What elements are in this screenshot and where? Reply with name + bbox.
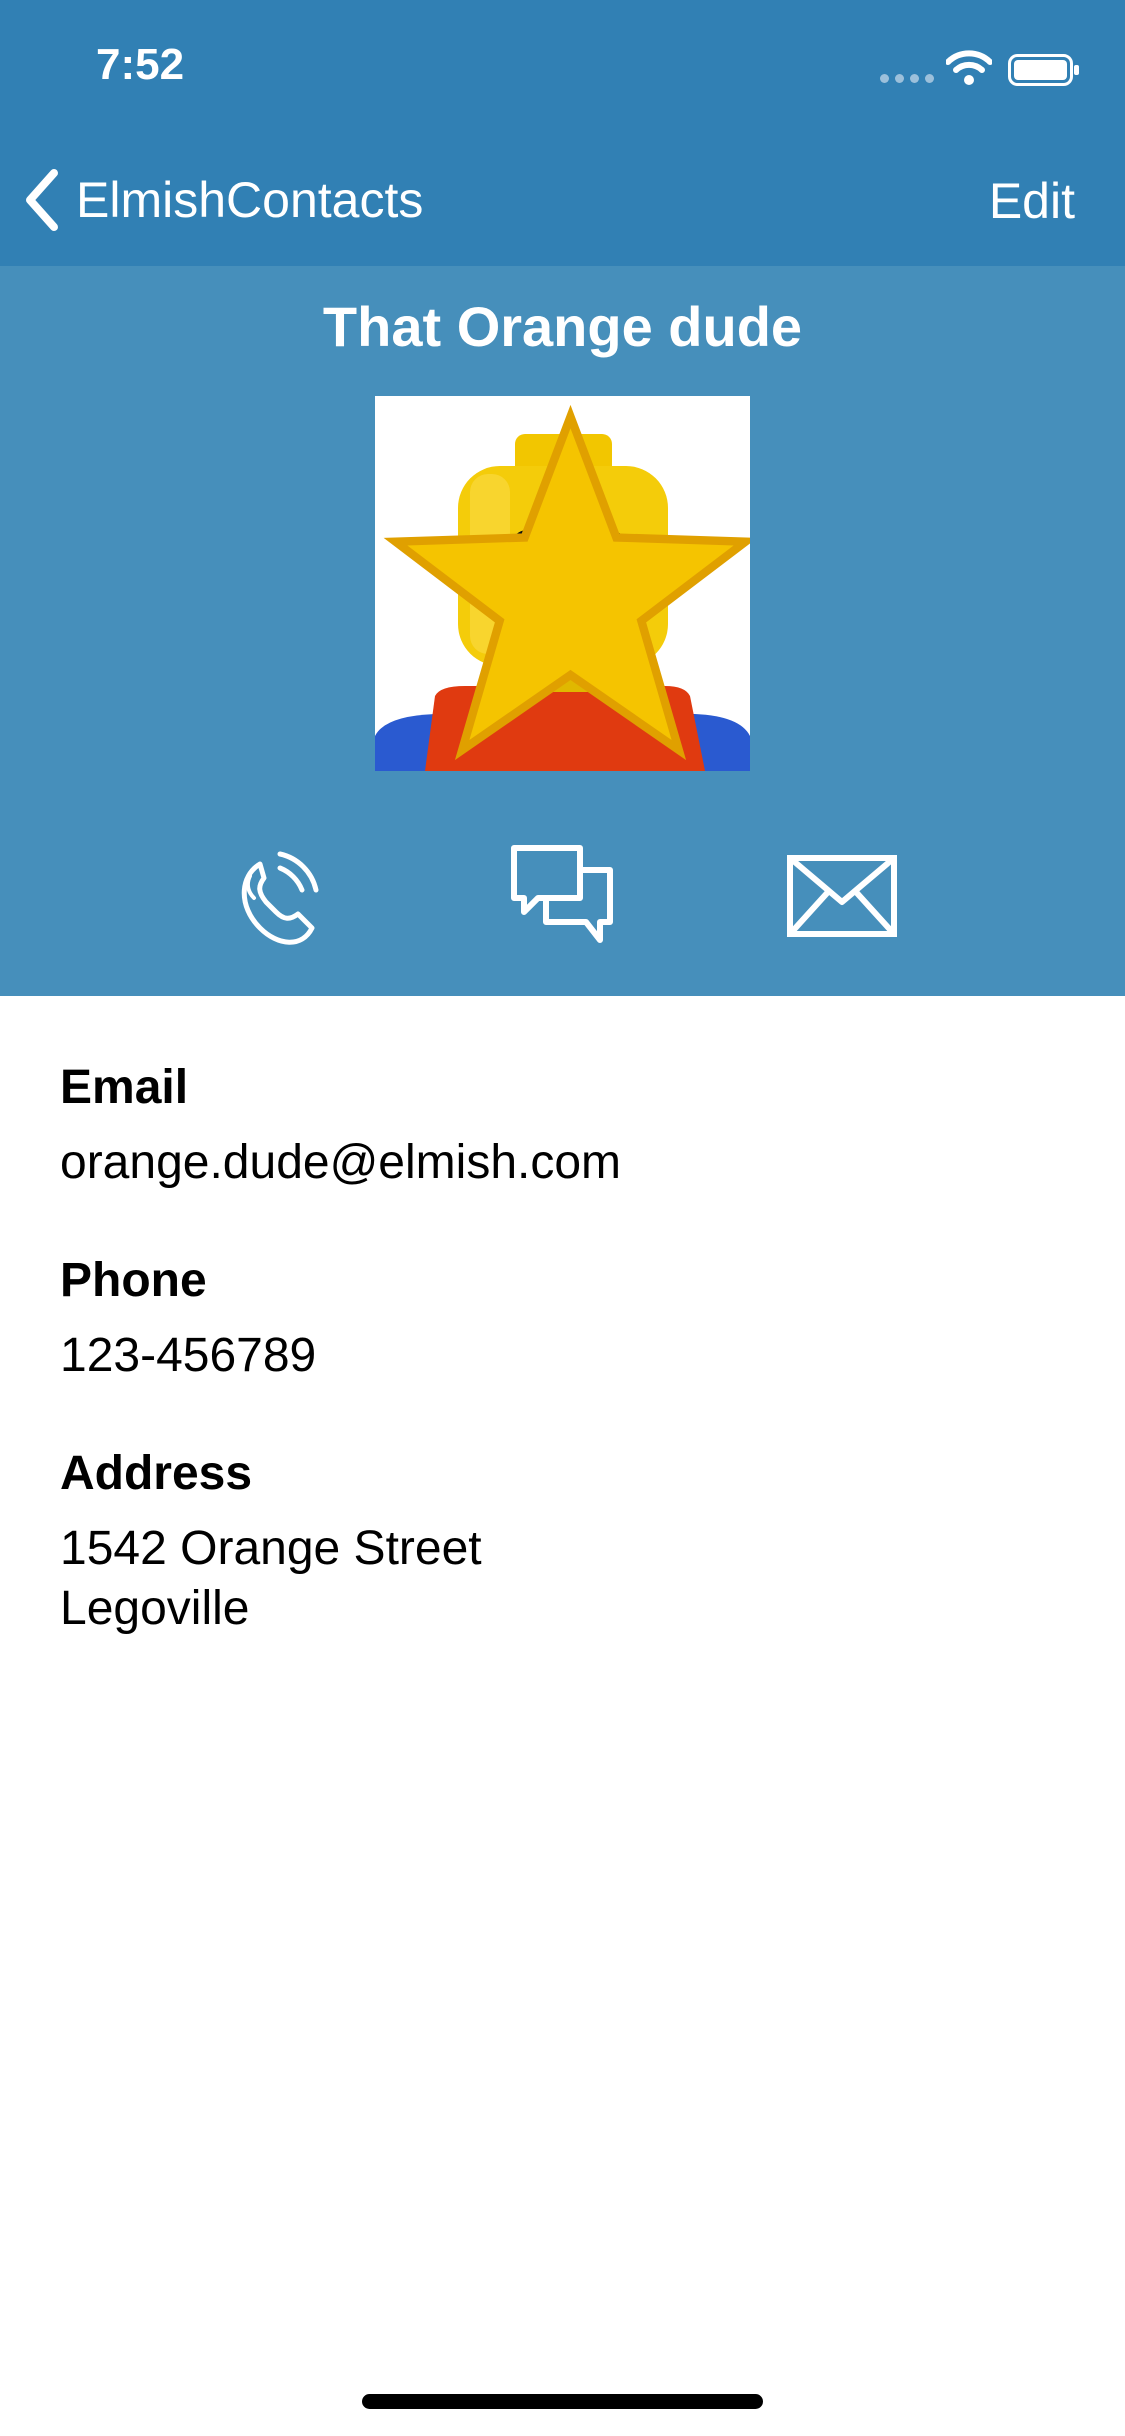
contact-actions xyxy=(0,826,1125,966)
contact-details: Email orange.dude@elmish.com Phone 123-4… xyxy=(60,1060,1060,1699)
address-section: Address 1542 Orange Street Legoville xyxy=(60,1446,1060,1639)
chat-bubbles-icon xyxy=(511,845,613,943)
back-button[interactable]: ElmishContacts xyxy=(22,164,423,236)
contact-photo xyxy=(375,396,750,771)
back-label: ElmishContacts xyxy=(76,172,424,228)
status-time: 7:52 xyxy=(96,40,185,89)
address-label: Address xyxy=(60,1447,253,1500)
phone-label: Phone xyxy=(60,1254,207,1307)
address-line2: Legoville xyxy=(60,1582,250,1635)
phone-icon xyxy=(241,851,319,945)
envelope-icon xyxy=(787,855,897,937)
call-button[interactable] xyxy=(210,826,350,966)
chevron-left-icon xyxy=(26,169,58,231)
cellular-signal-icon xyxy=(880,74,936,84)
navigation-bar: ElmishContacts Edit xyxy=(0,140,1125,266)
favorite-star-icon xyxy=(383,404,750,761)
home-indicator[interactable] xyxy=(362,2394,763,2409)
contact-header: That Orange dude xyxy=(0,266,1125,996)
edit-button[interactable]: Edit xyxy=(989,172,1075,230)
email-section: Email orange.dude@elmish.com xyxy=(60,1060,1060,1193)
phone-section: Phone 123-456789 xyxy=(60,1253,1060,1386)
contact-name: That Orange dude xyxy=(322,295,803,358)
phone-value: 123-456789 xyxy=(60,1329,317,1382)
address-value: 1542 Orange Street Legoville xyxy=(60,1519,1060,1639)
address-line1: 1542 Orange Street xyxy=(60,1522,482,1575)
email-button[interactable] xyxy=(772,826,912,966)
message-button[interactable] xyxy=(492,826,632,966)
email-value: orange.dude@elmish.com xyxy=(60,1136,622,1189)
email-label: Email xyxy=(60,1061,189,1114)
battery-icon xyxy=(1008,54,1079,86)
wifi-icon xyxy=(946,50,992,85)
status-bar: 7:52 xyxy=(0,0,1125,140)
